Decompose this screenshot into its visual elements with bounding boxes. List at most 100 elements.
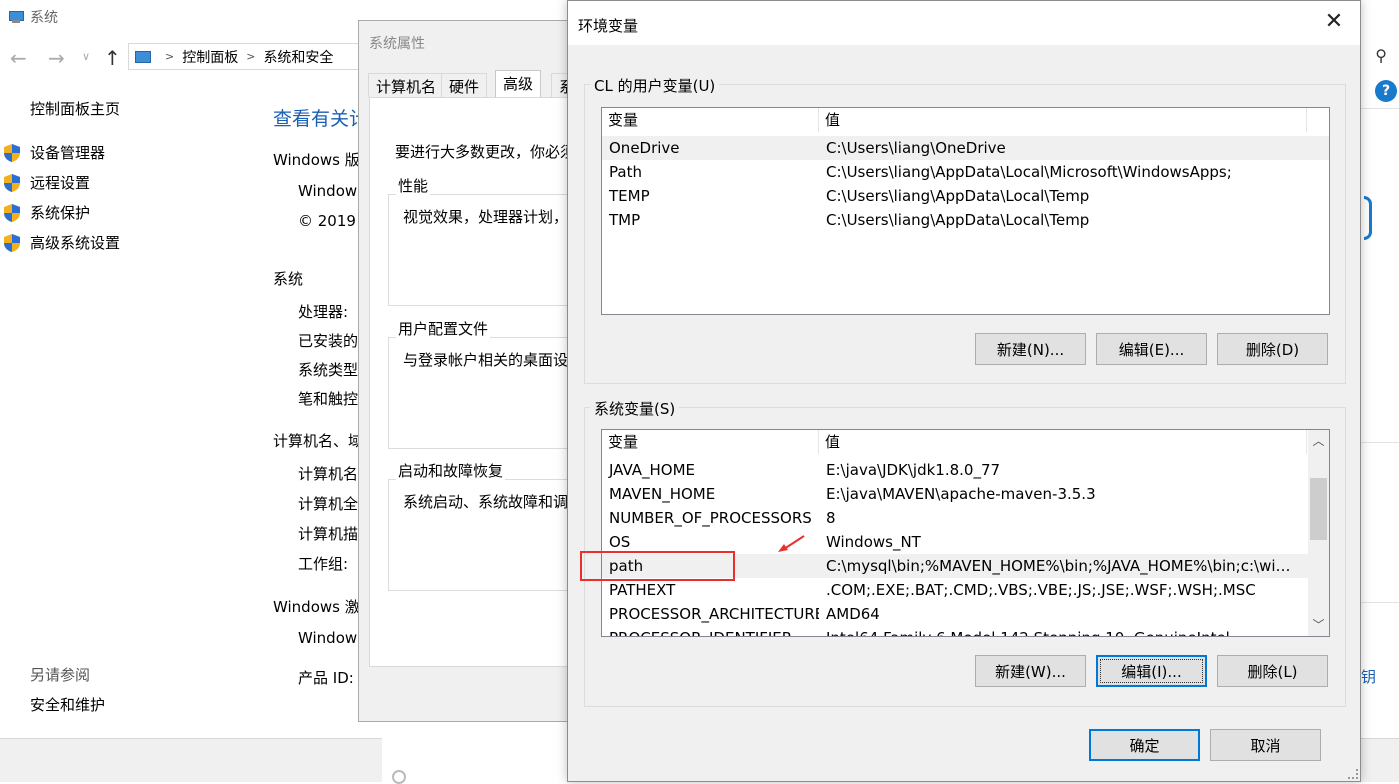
- scroll-up-icon[interactable]: ︿: [1308, 430, 1329, 452]
- table-row[interactable]: PROCESSOR_IDENTIFIER Intel64 Family 6 Mo…: [602, 626, 1329, 636]
- scrollbar-thumb[interactable]: [1310, 478, 1327, 540]
- system-properties-dialog: 系统属性 计算机名 硬件 高级 系 要进行大多数更改，你必须 性能 视觉效果，处…: [358, 20, 598, 722]
- cancel-button[interactable]: 取消: [1210, 729, 1321, 761]
- variable-name: PATHEXT: [609, 581, 676, 599]
- control-panel-home-link[interactable]: 控制面板主页: [30, 98, 120, 119]
- admin-notice: 要进行大多数更改，你必须: [395, 143, 576, 161]
- sidebar-item-system-protection[interactable]: 系统保护: [3, 202, 90, 223]
- resize-grip-icon[interactable]: [1348, 769, 1358, 779]
- back-arrow-icon[interactable]: ←: [10, 46, 27, 70]
- breadcrumb-separator-icon: >: [165, 50, 175, 63]
- group-label: 性能: [396, 175, 431, 196]
- table-row[interactable]: NUMBER_OF_PROCESSORS 8: [602, 506, 1329, 530]
- variable-value: C:\Users\liang\AppData\Local\Microsoft\W…: [826, 163, 1232, 181]
- column-header-value[interactable]: 值: [819, 108, 1307, 132]
- system-variables-list[interactable]: 变量 值 JAVA_HOME E:\java\JDK\jdk1.8.0_77 M…: [601, 429, 1330, 637]
- user-new-button[interactable]: 新建(N)...: [975, 333, 1086, 365]
- processor-label: 处理器:: [298, 303, 349, 321]
- sidebar-item-label: 系统保护: [30, 204, 91, 222]
- user-delete-button[interactable]: 删除(D): [1217, 333, 1328, 365]
- variable-name: MAVEN_HOME: [609, 485, 716, 503]
- security-maintenance-link[interactable]: 安全和维护: [30, 694, 105, 715]
- shield-icon: [3, 203, 21, 223]
- activation-header: Windows 激: [273, 598, 360, 616]
- table-row[interactable]: TMP C:\Users\liang\AppData\Local\Temp: [602, 208, 1329, 232]
- breadcrumb-item[interactable]: 系统和安全: [263, 47, 333, 67]
- tab-hardware[interactable]: 硬件: [441, 73, 488, 97]
- sidebar-item-remote-settings[interactable]: 远程设置: [3, 172, 90, 193]
- table-row[interactable]: TEMP C:\Users\liang\AppData\Local\Temp: [602, 184, 1329, 208]
- variable-value: 8: [826, 509, 836, 527]
- system-edit-button[interactable]: 编辑(I)...: [1096, 655, 1207, 687]
- up-arrow-icon[interactable]: ↑: [104, 46, 121, 70]
- variable-value: Windows_NT: [826, 533, 921, 551]
- tab-panel: 要进行大多数更改，你必须 性能 视觉效果，处理器计划， 用户配置文件 与登录帐户…: [369, 97, 598, 667]
- vertical-scrollbar[interactable]: ︿ ﹀: [1308, 430, 1329, 636]
- search-icon[interactable]: ⚲: [1375, 46, 1387, 65]
- variable-name: Path: [609, 163, 642, 181]
- windows-logo-fragment: [1364, 196, 1372, 240]
- table-row[interactable]: Path C:\Users\liang\AppData\Local\Micros…: [602, 160, 1329, 184]
- control-panel-icon: [135, 50, 151, 63]
- shield-icon: [3, 233, 21, 253]
- change-product-key-link[interactable]: 钥: [1361, 666, 1376, 687]
- variable-value: C:\Users\liang\AppData\Local\Temp: [826, 211, 1090, 229]
- sidebar-item-advanced-settings[interactable]: 高级系统设置: [3, 232, 120, 253]
- installed-ram-label: 已安装的: [298, 332, 359, 350]
- variable-name: PROCESSOR_IDENTIFIER: [602, 626, 819, 636]
- window-title-text: 系统: [30, 10, 58, 26]
- column-header-variable[interactable]: 变量: [602, 430, 819, 454]
- close-icon[interactable]: ✕: [1322, 11, 1346, 35]
- highlight-box: [580, 551, 735, 581]
- system-delete-button[interactable]: 删除(L): [1217, 655, 1328, 687]
- group-description: 与登录帐户相关的桌面设: [403, 351, 569, 369]
- shield-icon: [3, 173, 21, 193]
- shield-icon: [3, 143, 21, 163]
- group-label: 用户配置文件: [396, 318, 491, 339]
- column-header-variable[interactable]: 变量: [602, 108, 819, 132]
- table-row[interactable]: JAVA_HOME E:\java\JDK\jdk1.8.0_77: [602, 458, 1329, 482]
- variable-value: E:\java\MAVEN\apache-maven-3.5.3: [826, 485, 1096, 503]
- system-new-button[interactable]: 新建(W)...: [975, 655, 1086, 687]
- tab-advanced[interactable]: 高级: [495, 70, 542, 98]
- table-row[interactable]: OneDrive C:\Users\liang\OneDrive: [602, 136, 1329, 160]
- user-variables-list[interactable]: 变量 值 OneDrive C:\Users\liang\OneDrive Pa…: [601, 107, 1330, 315]
- sidebar-item-device-manager[interactable]: 设备管理器: [3, 142, 105, 163]
- tab-computer-name[interactable]: 计算机名: [368, 73, 445, 97]
- list-header: 变量 值: [602, 430, 1329, 454]
- variable-value: E:\java\JDK\jdk1.8.0_77: [826, 461, 1001, 479]
- variable-name: NUMBER_OF_PROCESSORS: [609, 509, 812, 527]
- annotation-arrow-icon: [778, 535, 805, 552]
- divider: [1361, 442, 1399, 443]
- variable-value: C:\Users\liang\AppData\Local\Temp: [826, 187, 1090, 205]
- activation-status: Window: [298, 629, 358, 647]
- breadcrumb-item[interactable]: 控制面板: [182, 47, 238, 67]
- user-edit-button[interactable]: 编辑(E)...: [1096, 333, 1207, 365]
- workgroup-label: 工作组:: [298, 555, 349, 573]
- variable-name: PROCESSOR_ARCHITECTURE: [609, 605, 819, 623]
- divider: [1361, 602, 1399, 603]
- group-description: 视觉效果，处理器计划，: [403, 208, 569, 226]
- help-icon[interactable]: ?: [1375, 80, 1397, 102]
- variable-value: .COM;.EXE;.BAT;.CMD;.VBS;.VBE;.JS;.JSE;.…: [826, 581, 1256, 599]
- list-header: 变量 值: [602, 108, 1329, 132]
- sidebar-item-label: 设备管理器: [30, 144, 106, 162]
- computer-icon: [8, 10, 24, 24]
- table-row[interactable]: MAVEN_HOME E:\java\MAVEN\apache-maven-3.…: [602, 482, 1329, 506]
- variable-value: C:\Users\liang\OneDrive: [826, 139, 1006, 157]
- forward-arrow-icon[interactable]: →: [48, 46, 65, 70]
- dialog-title: 系统属性: [369, 36, 425, 52]
- table-row[interactable]: PATHEXT .COM;.EXE;.BAT;.CMD;.VBS;.VBE;.J…: [602, 578, 1329, 602]
- windows-edition-value: Window: [298, 182, 358, 200]
- variable-value: AMD64: [826, 605, 880, 623]
- page-title: 查看有关计: [273, 108, 369, 130]
- ok-button[interactable]: 确定: [1089, 729, 1200, 761]
- chevron-down-icon[interactable]: ∨: [82, 50, 90, 63]
- environment-variables-dialog: 环境变量 ✕ CL 的用户变量(U) 变量 值 OneDrive C:\User…: [567, 0, 1361, 782]
- scroll-down-icon[interactable]: ﹀: [1308, 614, 1329, 636]
- variable-value: Intel64 Family 6 Model 142 Stepping 10, …: [819, 626, 1299, 636]
- variable-name: JAVA_HOME: [609, 461, 696, 479]
- table-row[interactable]: PROCESSOR_ARCHITECTURE AMD64: [602, 602, 1329, 626]
- address-bar[interactable]: > 控制面板 > 系统和安全: [128, 43, 368, 70]
- column-header-value[interactable]: 值: [819, 430, 1307, 454]
